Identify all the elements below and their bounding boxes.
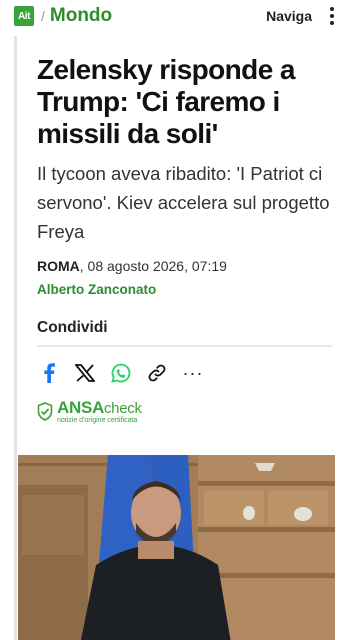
whatsapp-icon[interactable]: [111, 363, 131, 383]
x-icon[interactable]: [75, 363, 95, 383]
share-heading: Condividi: [37, 319, 332, 347]
ansa-tagline: notizie d'origine certificata: [57, 417, 138, 424]
article-photo[interactable]: [18, 455, 335, 640]
link-icon[interactable]: [147, 363, 167, 383]
ansa-brand-text: ANSA: [57, 398, 104, 417]
top-bar: Ait / Mondo Naviga: [0, 0, 352, 32]
article-container: Zelensky risponde a Trump: 'Ci faremo i …: [14, 36, 335, 640]
site-logo[interactable]: Ait: [14, 6, 34, 26]
navigate-menu-button[interactable]: Naviga: [266, 8, 312, 24]
more-options-icon[interactable]: [326, 5, 338, 27]
ansa-check-text: check: [103, 400, 142, 417]
photo-illustration: [18, 455, 335, 640]
share-bar: ···: [39, 363, 334, 383]
publish-datetime: , 08 agosto 2026, 07:19: [79, 258, 227, 274]
dateline-city: ROMA: [37, 258, 80, 274]
author-link[interactable]: Alberto Zanconato: [37, 282, 334, 297]
article-meta: ROMA, 08 agosto 2026, 07:19: [37, 258, 334, 274]
facebook-icon[interactable]: [39, 363, 59, 383]
article-subtitle: Il tycoon aveva ribadito: 'I Patriot ci …: [37, 163, 330, 242]
section-link[interactable]: Mondo: [50, 5, 112, 27]
breadcrumb-separator: /: [41, 8, 45, 24]
more-icon[interactable]: ···: [183, 363, 203, 383]
shield-check-icon: [37, 402, 53, 421]
ansa-check-badge[interactable]: ANSAcheck notizie d'origine certificata: [37, 399, 334, 424]
article-title: Zelensky risponde a Trump: 'Ci faremo i …: [37, 54, 295, 149]
